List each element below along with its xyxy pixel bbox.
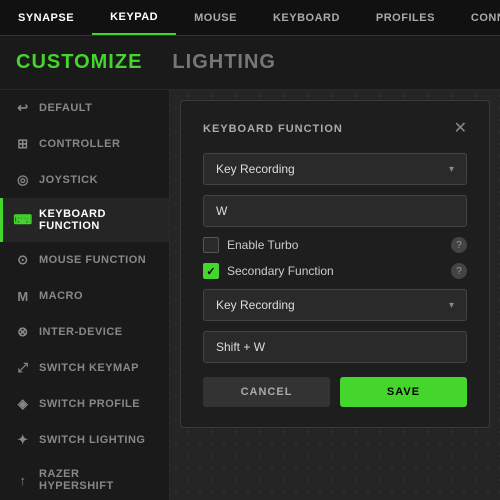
dropdown2-value: Key Recording	[216, 298, 295, 312]
secondary-function-type-dropdown[interactable]: Key Recording ▾	[203, 289, 467, 321]
sidebar-item-keyboard-function[interactable]: ⌨ KEYBOARD FUNCTION	[0, 198, 169, 242]
switch-keymap-icon: ⤢	[15, 360, 31, 376]
sidebar-item-razer-hypershift[interactable]: ↑ RAZER HYPERSHIFT	[0, 458, 169, 500]
sidebar-label-controller: CONTROLLER	[39, 138, 120, 150]
main-layout: ↩ DEFAULT ⊞ CONTROLLER ◎ JOYSTICK ⌨ KEYB…	[0, 90, 500, 500]
enable-turbo-checkbox[interactable]	[203, 237, 219, 253]
enable-turbo-label: Enable Turbo	[227, 238, 443, 252]
nav-item-synapse[interactable]: SYNAPSE	[0, 0, 92, 35]
inter-device-icon: ⊗	[15, 324, 31, 340]
nav-item-keypad[interactable]: KEYPAD	[92, 0, 176, 35]
sidebar: ↩ DEFAULT ⊞ CONTROLLER ◎ JOYSTICK ⌨ KEYB…	[0, 90, 170, 500]
enable-turbo-help-icon[interactable]: ?	[451, 237, 467, 253]
sidebar-label-inter-device: INTER-DEVICE	[39, 326, 123, 338]
panel-header: KEYBOARD FUNCTION ✕	[203, 121, 467, 137]
mouse-function-icon: ⊙	[15, 252, 31, 268]
sub-nav: CUSTOMIZE LIGHTING	[0, 36, 500, 90]
sidebar-label-macro: MACRO	[39, 290, 83, 302]
function-type-dropdown[interactable]: Key Recording ▾	[203, 153, 467, 185]
subnav-customize[interactable]: CUSTOMIZE	[16, 51, 142, 74]
sidebar-label-mouse-function: MOUSE FUNCTION	[39, 254, 146, 266]
cancel-button[interactable]: CANCEL	[203, 377, 330, 407]
macro-icon: M	[15, 288, 31, 304]
sidebar-label-switch-lighting: SWITCH LIGHTING	[39, 434, 146, 446]
switch-profile-icon: ◈	[15, 396, 31, 412]
switch-lighting-icon: ✦	[15, 432, 31, 448]
dropdown2-arrow-icon: ▾	[449, 300, 454, 311]
sidebar-item-controller[interactable]: ⊞ CONTROLLER	[0, 126, 169, 162]
nav-item-mouse[interactable]: MOUSE	[176, 0, 255, 35]
secondary-function-help-icon[interactable]: ?	[451, 263, 467, 279]
sidebar-item-switch-lighting[interactable]: ✦ SWITCH LIGHTING	[0, 422, 169, 458]
checkmark-icon: ✓	[206, 265, 215, 278]
sidebar-item-inter-device[interactable]: ⊗ INTER-DEVICE	[0, 314, 169, 350]
default-icon: ↩	[15, 100, 31, 116]
secondary-function-checkbox[interactable]: ✓	[203, 263, 219, 279]
nav-item-profiles[interactable]: PROFILES	[358, 0, 453, 35]
nav-item-keyboard[interactable]: KEYBOARD	[255, 0, 358, 35]
controller-icon: ⊞	[15, 136, 31, 152]
sidebar-label-switch-profile: SWITCH PROFILE	[39, 398, 140, 410]
sidebar-item-switch-profile[interactable]: ◈ SWITCH PROFILE	[0, 386, 169, 422]
joystick-icon: ◎	[15, 172, 31, 188]
sidebar-label-razer-hypershift: RAZER HYPERSHIFT	[39, 468, 157, 492]
secondary-key-input-field[interactable]: Shift + W	[203, 331, 467, 363]
save-button[interactable]: SAVE	[340, 377, 467, 407]
subnav-lighting[interactable]: LIGHTING	[172, 51, 276, 74]
sidebar-item-default[interactable]: ↩ DEFAULT	[0, 90, 169, 126]
sidebar-label-default: DEFAULT	[39, 102, 92, 114]
sidebar-item-joystick[interactable]: ◎ JOYSTICK	[0, 162, 169, 198]
sidebar-item-switch-keymap[interactable]: ⤢ SWITCH KEYMAP	[0, 350, 169, 386]
dropdown1-arrow-icon: ▾	[449, 164, 454, 175]
keyboard-function-panel: KEYBOARD FUNCTION ✕ Key Recording ▾ W En…	[180, 100, 490, 428]
nav-item-connec[interactable]: CONNEC...	[453, 0, 500, 35]
sidebar-item-mouse-function[interactable]: ⊙ MOUSE FUNCTION	[0, 242, 169, 278]
close-button[interactable]: ✕	[454, 121, 467, 137]
razer-hypershift-icon: ↑	[15, 472, 31, 488]
dropdown1-value: Key Recording	[216, 162, 295, 176]
sidebar-label-keyboard-function: KEYBOARD FUNCTION	[39, 208, 157, 232]
keyboard-function-icon: ⌨	[15, 212, 31, 228]
enable-turbo-row: Enable Turbo ?	[203, 237, 467, 253]
action-buttons: CANCEL SAVE	[203, 377, 467, 407]
secondary-function-label: Secondary Function	[227, 264, 443, 278]
sidebar-label-switch-keymap: SWITCH KEYMAP	[39, 362, 139, 374]
secondary-function-row: ✓ Secondary Function ?	[203, 263, 467, 279]
sidebar-item-macro[interactable]: M MACRO	[0, 278, 169, 314]
panel-title: KEYBOARD FUNCTION	[203, 123, 343, 135]
sidebar-label-joystick: JOYSTICK	[39, 174, 98, 186]
content-area: KEYBOARD FUNCTION ✕ Key Recording ▾ W En…	[170, 90, 500, 500]
top-nav: SYNAPSE KEYPAD MOUSE KEYBOARD PROFILES C…	[0, 0, 500, 36]
key-input-field[interactable]: W	[203, 195, 467, 227]
